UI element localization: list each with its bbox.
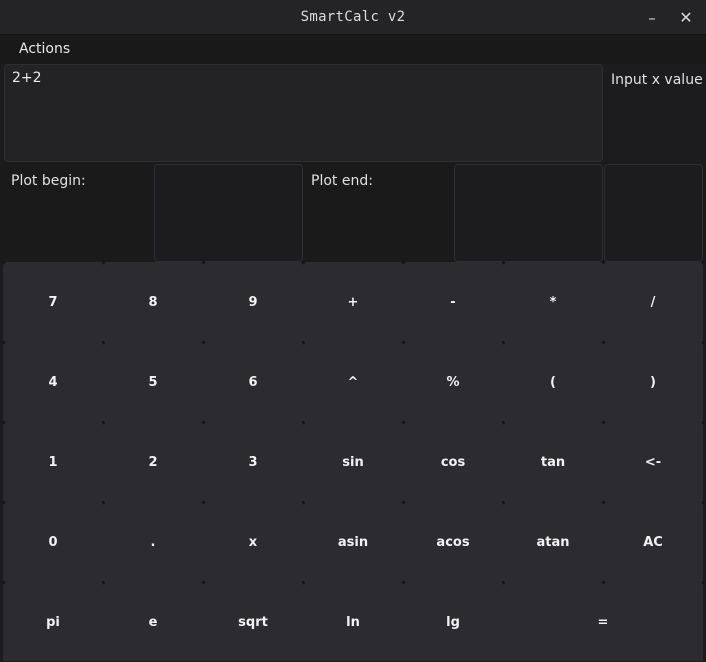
close-icon[interactable]: ✕: [675, 7, 697, 29]
key-atan-button[interactable]: atan: [503, 502, 603, 582]
key-8-button[interactable]: 8: [103, 262, 203, 342]
grid-dot: [701, 260, 706, 265]
key-e-button[interactable]: e: [103, 582, 203, 662]
key-mod-button[interactable]: %: [403, 342, 503, 422]
grid-dot: [701, 500, 706, 505]
key-2-button[interactable]: 2: [103, 422, 203, 502]
key-1-button[interactable]: 1: [3, 422, 103, 502]
key-acos-button[interactable]: acos: [403, 502, 503, 582]
grid-dot: [701, 420, 706, 425]
plot-begin-label: Plot begin:: [11, 173, 86, 189]
title-bar: SmartCalc v2 – ✕: [0, 0, 706, 35]
grid-dot: [701, 580, 706, 585]
key-minus-button[interactable]: -: [403, 262, 503, 342]
key-equals-button[interactable]: =: [503, 582, 703, 662]
menu-bar: Actions: [0, 35, 706, 64]
key-open-paren-button[interactable]: (: [503, 342, 603, 422]
key-sin-button[interactable]: sin: [303, 422, 403, 502]
minimize-icon[interactable]: –: [641, 7, 663, 29]
key-9-button[interactable]: 9: [203, 262, 303, 342]
key-3-button[interactable]: 3: [203, 422, 303, 502]
key-tan-button[interactable]: tan: [503, 422, 603, 502]
key-5-button[interactable]: 5: [103, 342, 203, 422]
key-0-button[interactable]: 0: [3, 502, 103, 582]
key-plus-button[interactable]: +: [303, 262, 403, 342]
expression-input[interactable]: 2+2: [4, 64, 603, 162]
plot-end-field[interactable]: [454, 164, 603, 262]
grid-dot: [701, 340, 706, 345]
keypad: 7 8 9 + - */ 4 5 6 ^%() 1 2 3 sin cos tan <- 0. x asin acos a…: [1, 260, 706, 662]
key-ln-button[interactable]: ln: [303, 582, 403, 662]
key-pi-button[interactable]: pi: [3, 582, 103, 662]
key-4-button[interactable]: 4: [3, 342, 103, 422]
key-sqrt-button[interactable]: sqrt: [203, 582, 303, 662]
input-x-label: Input x value: [611, 72, 703, 88]
menu-actions[interactable]: Actions: [11, 35, 78, 64]
key-7-button[interactable]: 7: [3, 262, 103, 342]
window-title: SmartCalc v2: [300, 9, 406, 25]
key-power-button[interactable]: ^: [303, 342, 403, 422]
key-ac-button[interactable]: AC: [603, 502, 703, 582]
key-x-button[interactable]: x: [203, 502, 303, 582]
plot-end-label: Plot end:: [311, 173, 373, 189]
x-value-field[interactable]: [604, 164, 703, 262]
key-lg-button[interactable]: lg: [403, 582, 503, 662]
key-asin-button[interactable]: asin: [303, 502, 403, 582]
key-multiply-button[interactable]: *: [503, 262, 603, 342]
key-6-button[interactable]: 6: [203, 342, 303, 422]
plot-begin-field[interactable]: [154, 164, 303, 262]
key-close-paren-button[interactable]: ): [603, 342, 703, 422]
key-backspace-button[interactable]: <-: [603, 422, 703, 502]
key-cos-button[interactable]: cos: [403, 422, 503, 502]
key-decimal-button[interactable]: .: [103, 502, 203, 582]
key-divide-button[interactable]: /: [603, 262, 703, 342]
